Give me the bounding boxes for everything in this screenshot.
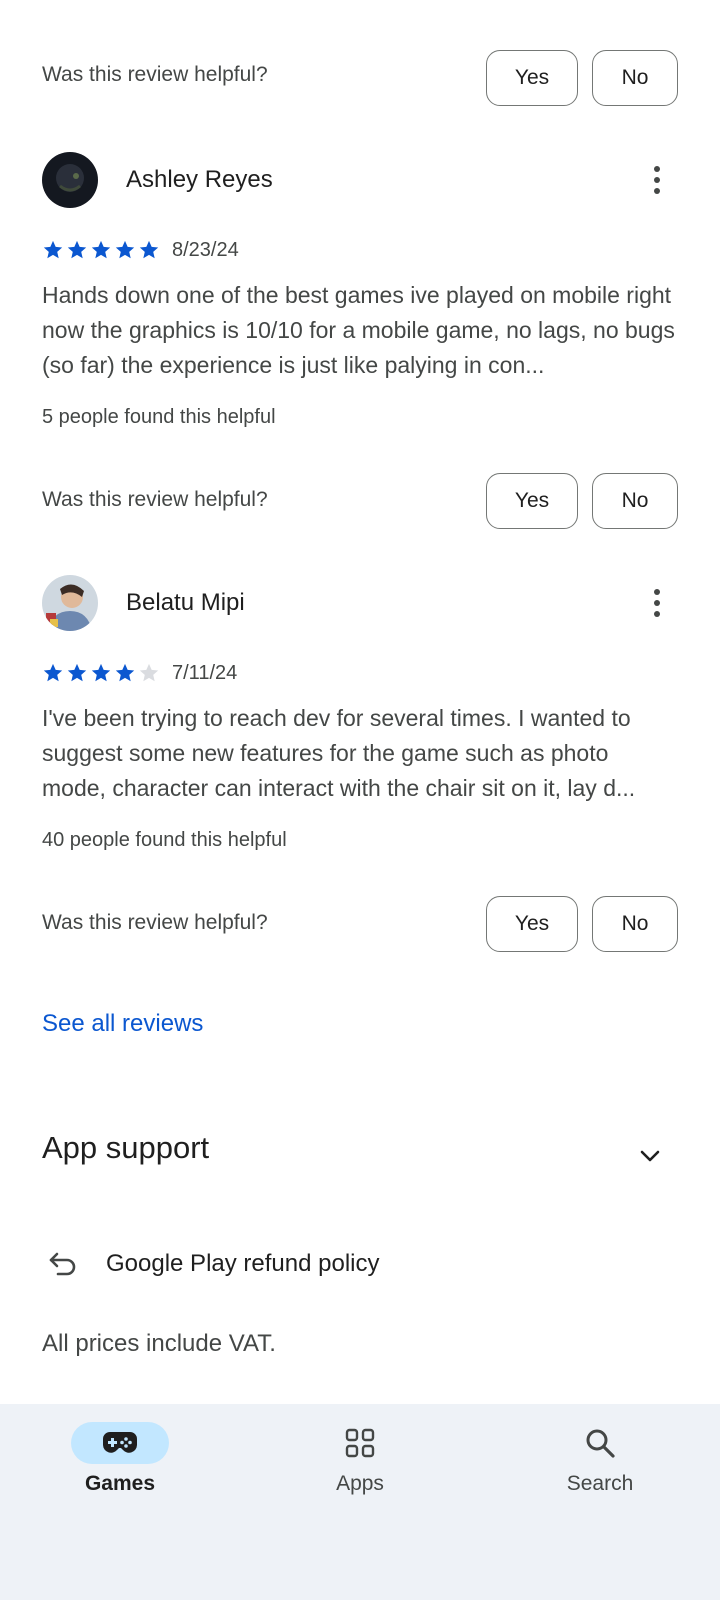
- nav-item-apps[interactable]: Apps: [280, 1422, 440, 1512]
- previous-review-helpful-row: Was this review helpful? Yes No: [0, 0, 720, 110]
- nav-item-search[interactable]: Search: [520, 1422, 680, 1512]
- search-icon: [586, 1429, 615, 1458]
- helpful-no-button[interactable]: No: [592, 50, 678, 106]
- avatar: [42, 575, 98, 631]
- undo-arrow-icon: [46, 1246, 80, 1280]
- nav-item-games[interactable]: Games: [40, 1422, 200, 1512]
- gamepad-icon: [103, 1432, 137, 1453]
- more-options-icon[interactable]: [640, 158, 674, 202]
- nav-label: Games: [84, 1472, 156, 1495]
- review-author: Belatu Mipi: [126, 589, 245, 616]
- see-all-reviews-link[interactable]: See all reviews: [42, 1010, 203, 1038]
- nav-icon-container: [311, 1422, 409, 1464]
- bottom-navigation: Games Apps Search: [0, 1404, 720, 1600]
- vat-notice: All prices include VAT.: [42, 1330, 276, 1357]
- star-filled-icon: [67, 240, 87, 259]
- helpful-no-button[interactable]: No: [592, 896, 678, 952]
- review-author: Ashley Reyes: [126, 166, 273, 193]
- helpful-count: 5 people found this helpful: [42, 406, 276, 428]
- helpful-question: Was this review helpful?: [42, 63, 268, 86]
- star-filled-icon: [139, 240, 159, 259]
- chevron-down-icon[interactable]: [634, 1140, 666, 1172]
- helpful-yes-button[interactable]: Yes: [486, 50, 578, 106]
- star-empty-icon: [139, 663, 159, 682]
- refund-policy-link[interactable]: Google Play refund policy: [106, 1250, 380, 1278]
- star-rating: [42, 239, 160, 261]
- star-filled-icon: [91, 663, 111, 682]
- helpful-question: Was this review helpful?: [42, 911, 268, 934]
- more-options-icon[interactable]: [640, 581, 674, 625]
- star-filled-icon: [67, 663, 87, 682]
- avatar: [42, 152, 98, 208]
- star-filled-icon: [115, 240, 135, 259]
- nav-label: Apps: [336, 1472, 384, 1495]
- helpful-question: Was this review helpful?: [42, 488, 268, 511]
- review-text: I've been trying to reach dev for severa…: [42, 705, 636, 801]
- review-date: 8/23/24: [172, 239, 239, 261]
- nav-label: Search: [566, 1472, 634, 1495]
- apps-grid-icon: [345, 1428, 375, 1458]
- star-filled-icon: [43, 240, 63, 259]
- review-date: 7/11/24: [172, 662, 238, 684]
- review-text: Hands down one of the best games ive pla…: [42, 282, 675, 378]
- star-filled-icon: [91, 240, 111, 259]
- star-rating: [42, 662, 160, 684]
- star-filled-icon: [43, 663, 63, 682]
- nav-icon-container: [551, 1422, 649, 1464]
- helpful-yes-button[interactable]: Yes: [486, 896, 578, 952]
- app-support-heading[interactable]: App support: [42, 1130, 209, 1166]
- helpful-count: 40 people found this helpful: [42, 829, 287, 851]
- nav-active-indicator: [71, 1422, 169, 1464]
- star-filled-icon: [115, 663, 135, 682]
- helpful-yes-button[interactable]: Yes: [486, 473, 578, 529]
- helpful-no-button[interactable]: No: [592, 473, 678, 529]
